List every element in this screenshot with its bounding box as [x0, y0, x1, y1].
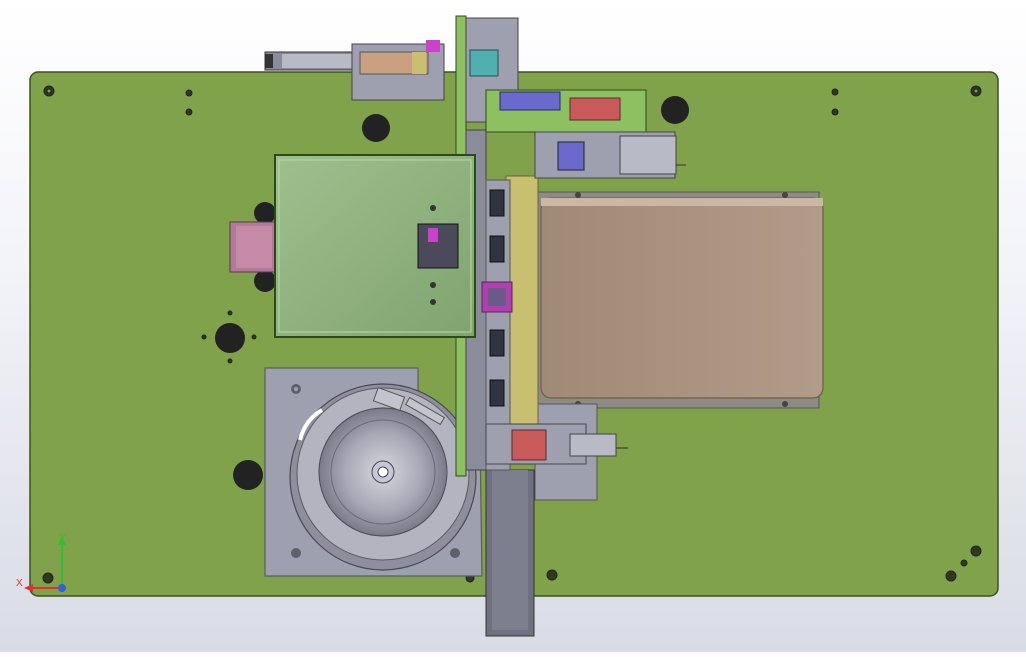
- output-chute[interactable]: [485, 469, 535, 637]
- triad-x-label: X: [16, 578, 23, 589]
- cad-viewport[interactable]: X Y: [0, 0, 1026, 652]
- triad-y-label: Y: [59, 533, 66, 544]
- assembly-drawing[interactable]: X Y: [0, 0, 1026, 652]
